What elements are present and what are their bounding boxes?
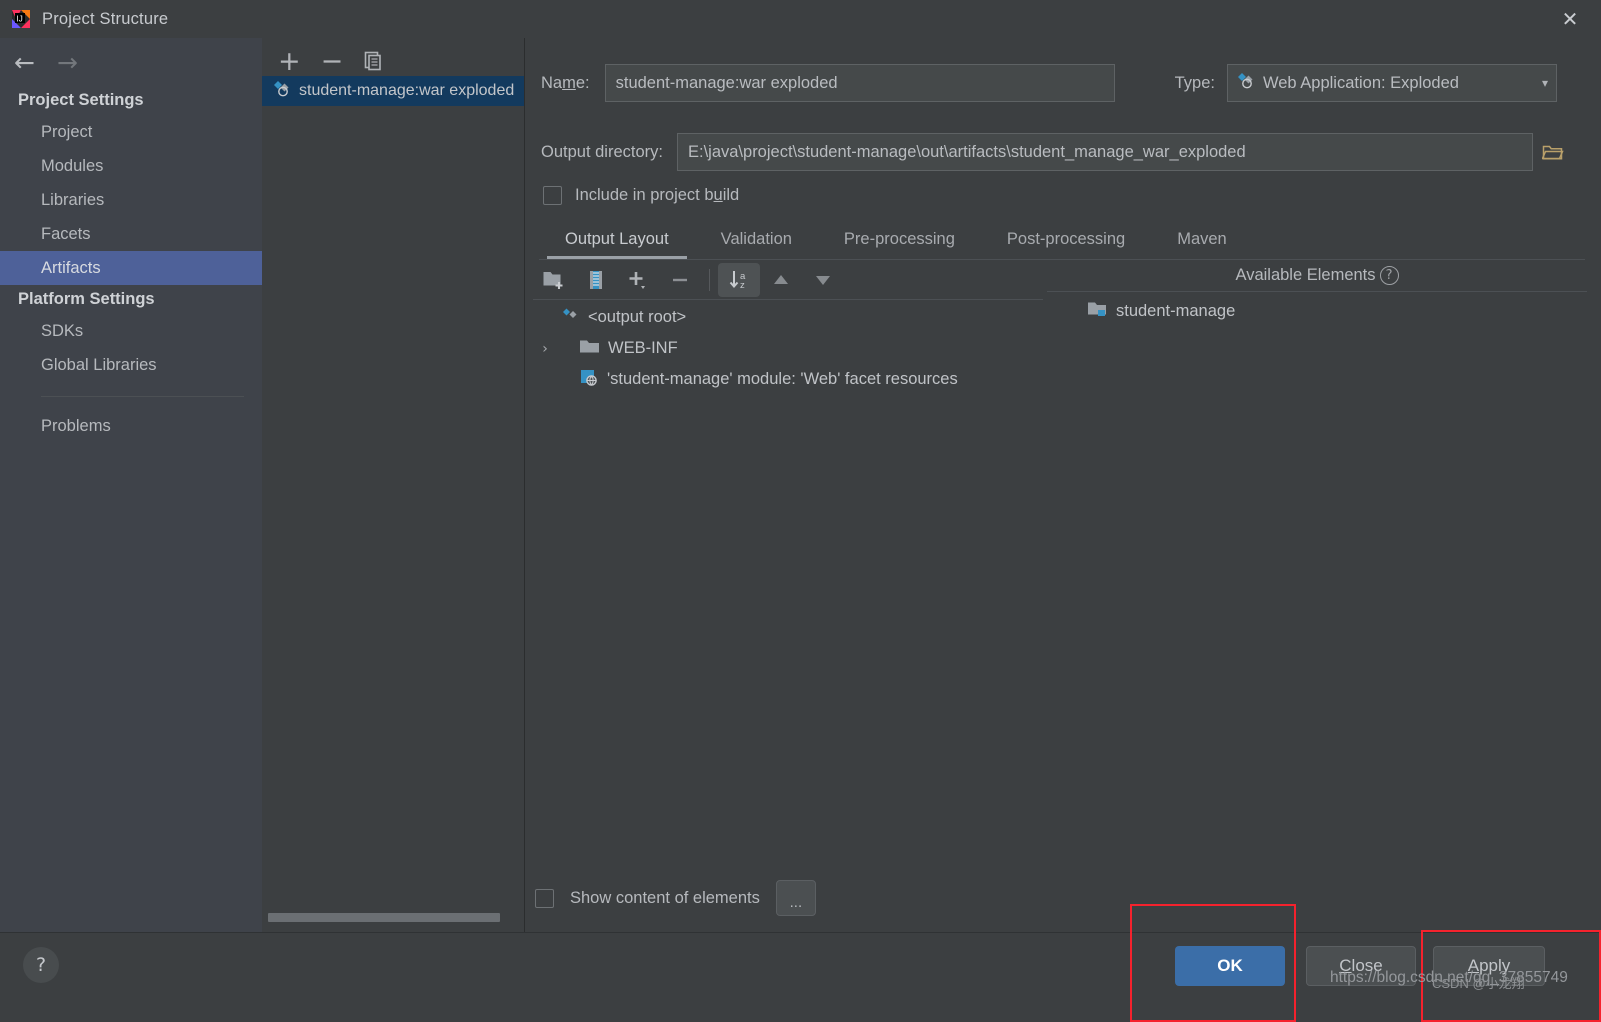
svg-text:IJ: IJ — [17, 15, 23, 24]
artifact-list-panel: + − student-manage:war exploded — [262, 38, 525, 932]
artifact-details-panel: Name: student-manage:war exploded Type: … — [525, 38, 1601, 932]
tab-post-processing[interactable]: Post-processing — [981, 224, 1151, 259]
window-title: Project Structure — [42, 9, 169, 28]
folder-icon — [579, 338, 600, 360]
show-content-options-button[interactable]: ... — [775, 880, 816, 916]
tab-validation[interactable]: Validation — [695, 224, 818, 259]
web-exploded-type-icon — [1236, 71, 1255, 95]
sidebar-group-platform-settings: Platform Settings — [18, 290, 155, 308]
available-elements-underline — [1047, 291, 1587, 292]
toolbar-divider — [709, 268, 710, 291]
include-in-project-build-checkbox[interactable] — [543, 186, 562, 205]
sidebar-item-project[interactable]: Project — [0, 115, 262, 149]
tree-row-web-facet-resources[interactable]: 'student-manage' module: 'Web' facet res… — [533, 364, 1043, 395]
help-icon[interactable]: ? — [1379, 266, 1399, 285]
tree-row-label: 'student-manage' module: 'Web' facet res… — [607, 370, 958, 388]
tab-output-layout[interactable]: Output Layout — [539, 224, 695, 259]
navigation-arrows: ← → — [0, 38, 262, 86]
sidebar-item-sdks[interactable]: SDKs — [0, 314, 262, 348]
tab-pre-processing[interactable]: Pre-processing — [818, 224, 981, 259]
add-directory-button[interactable] — [533, 263, 575, 297]
browse-folder-button[interactable] — [1533, 133, 1573, 171]
sort-alphabetically-button[interactable]: a z — [718, 262, 760, 297]
remove-artifact-button[interactable]: − — [321, 48, 344, 75]
tree-row-label: <output root> — [588, 308, 687, 326]
artifact-name-input[interactable]: student-manage:war exploded — [604, 64, 1115, 102]
include-in-project-build-row[interactable]: Include in project build — [543, 186, 739, 205]
artifact-list-hscrollbar-thumb[interactable] — [268, 913, 500, 922]
sidebar-item-global-libraries[interactable]: Global Libraries — [0, 348, 262, 382]
available-elements-panel: Available Elements ? student-manage — [1047, 266, 1587, 327]
chevron-down-icon: ▾ — [1541, 76, 1548, 90]
module-folder-icon — [1087, 300, 1108, 323]
move-up-button[interactable] — [760, 263, 802, 297]
svg-text:z: z — [740, 280, 745, 291]
artifact-type-select[interactable]: Web Application: Exploded ▾ — [1226, 64, 1557, 102]
intellij-idea-logo-icon: IJ — [12, 10, 30, 28]
back-arrow-icon[interactable]: ← — [14, 50, 35, 75]
output-directory-input[interactable]: E:\java\project\student-manage\out\artif… — [676, 133, 1533, 171]
details-tabs: Output Layout Validation Pre-processing … — [539, 224, 1585, 259]
artifact-list-item-label: student-manage:war exploded — [299, 82, 515, 99]
tree-row-label: WEB-INF — [608, 339, 678, 357]
ok-button[interactable]: OK — [1175, 946, 1285, 986]
artifact-type-value: Web Application: Exploded — [1262, 73, 1459, 92]
output-directory-label: Output directory: — [541, 142, 663, 161]
sidebar-item-modules[interactable]: Modules — [0, 149, 262, 183]
watermark-signature: CSDN @小龙翔 — [1432, 976, 1525, 991]
sidebar-item-artifacts[interactable]: Artifacts — [0, 251, 262, 285]
available-element-label: student-manage — [1116, 302, 1236, 320]
artifact-root-icon — [561, 306, 580, 330]
sidebar-item-problems[interactable]: Problems — [0, 409, 262, 443]
tree-row-output-root[interactable]: <output root> — [533, 302, 1043, 333]
artifact-list-item[interactable]: student-manage:war exploded — [262, 76, 524, 106]
show-content-of-elements-row[interactable]: Show content of elements ... — [535, 880, 816, 916]
expand-chevron-icon[interactable]: › — [537, 341, 553, 357]
remove-element-button[interactable] — [659, 263, 701, 297]
sidebar-group-project-settings: Project Settings — [18, 91, 144, 109]
web-facet-icon — [579, 368, 599, 392]
close-icon[interactable]: ✕ — [1539, 0, 1601, 38]
copy-artifact-button[interactable] — [363, 51, 384, 72]
type-label: Type: — [1174, 73, 1215, 92]
output-layout-tree: <output root> › WEB-INF 'student-manage'… — [533, 302, 1043, 395]
add-element-button[interactable] — [617, 263, 659, 297]
tab-maven[interactable]: Maven — [1151, 224, 1253, 259]
settings-sidebar: ← → Project Settings Project Modules Lib… — [0, 38, 262, 932]
add-archive-button[interactable] — [575, 263, 617, 297]
include-in-project-build-label: Include in project build — [575, 186, 740, 204]
add-artifact-button[interactable]: + — [278, 48, 301, 75]
tree-row-web-inf[interactable]: › WEB-INF — [533, 333, 1043, 364]
show-content-of-elements-label: Show content of elements — [570, 888, 760, 907]
artifact-list-toolbar: + − — [262, 38, 524, 76]
window-titlebar: IJ Project Structure ✕ — [0, 0, 1601, 38]
web-exploded-artifact-icon — [272, 79, 291, 103]
help-button[interactable]: ? — [23, 947, 59, 983]
available-element-item[interactable]: student-manage — [1047, 296, 1587, 327]
sidebar-item-facets[interactable]: Facets — [0, 217, 262, 251]
move-down-button[interactable] — [802, 263, 844, 297]
forward-arrow-icon[interactable]: → — [57, 50, 78, 75]
sidebar-item-libraries[interactable]: Libraries — [0, 183, 262, 217]
name-label: Name: — [541, 73, 590, 92]
show-content-of-elements-checkbox[interactable] — [535, 888, 554, 908]
sidebar-divider — [41, 396, 244, 397]
output-layout-toolbar: a z — [533, 260, 1043, 300]
available-elements-title: Available Elements — [1235, 266, 1376, 284]
